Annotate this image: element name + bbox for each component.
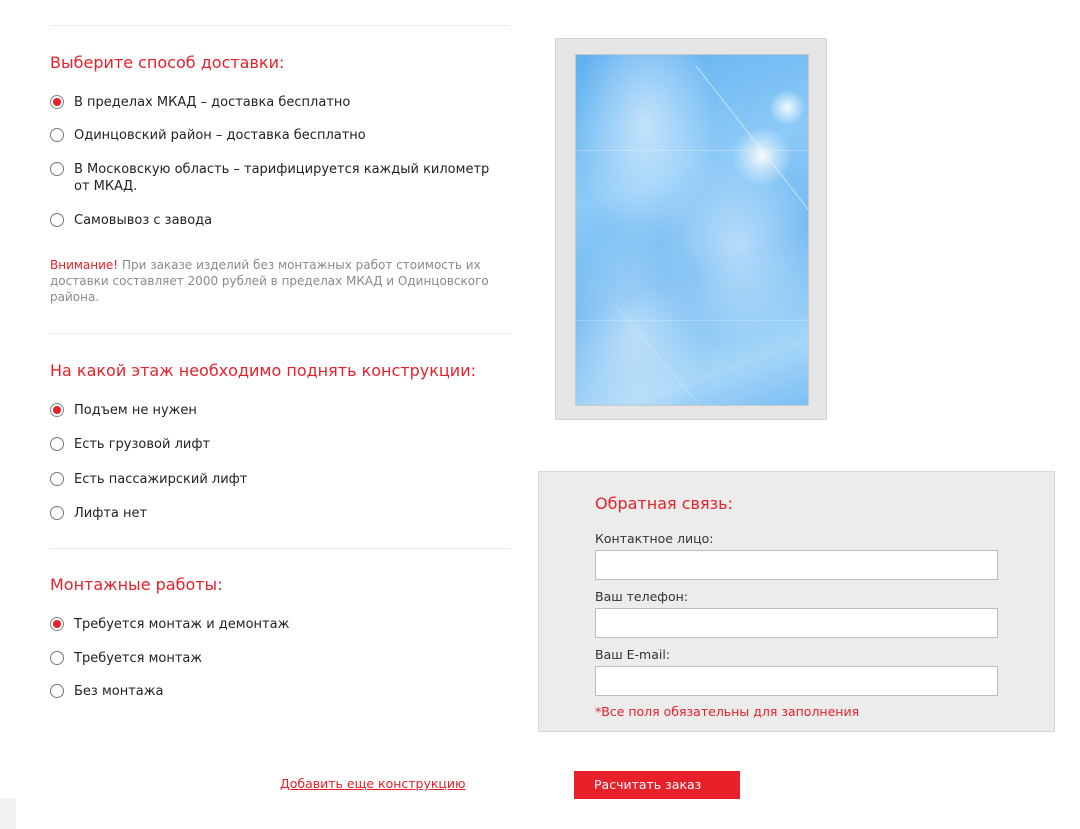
- contact-label: Контактное лицо:: [595, 531, 714, 546]
- calculate-order-button[interactable]: Расчитать заказ: [574, 771, 740, 799]
- radio-checked-icon[interactable]: [50, 95, 64, 109]
- email-input[interactable]: [595, 666, 998, 696]
- floor-title: На какой этаж необходимо поднять констру…: [50, 361, 476, 380]
- delivery-option-pickup[interactable]: Самовывоз с завода: [50, 212, 494, 229]
- add-construction-link[interactable]: Добавить еще конструкцию: [280, 776, 466, 791]
- radio-icon[interactable]: [50, 506, 64, 520]
- radio-icon[interactable]: [50, 162, 64, 176]
- floor-option-no-lift[interactable]: Подъем не нужен: [50, 402, 494, 419]
- contact-input[interactable]: [595, 550, 998, 580]
- required-note: *Все поля обязательны для заполнения: [595, 704, 860, 719]
- calculate-label: Расчитать заказ: [594, 777, 702, 792]
- floor-option-freight-lift[interactable]: Есть грузовой лифт: [50, 436, 494, 453]
- delivery-option-mkad[interactable]: В пределах МКАД – доставка бесплатно: [50, 94, 494, 111]
- radio-label: Требуется монтаж и демонтаж: [74, 617, 290, 632]
- installation-title: Монтажные работы:: [50, 575, 223, 594]
- radio-label: Одинцовский район – доставка бесплатно: [74, 128, 366, 143]
- installation-option-full[interactable]: Требуется монтаж и демонтаж: [50, 616, 494, 633]
- radio-label: Лифта нет: [74, 506, 148, 521]
- glass-glint: [576, 150, 808, 151]
- email-label: Ваш E-mail:: [595, 647, 671, 662]
- radio-icon[interactable]: [50, 472, 64, 486]
- feedback-title: Обратная связь:: [595, 494, 733, 513]
- section-divider-2: [50, 548, 510, 549]
- radio-label: В пределах МКАД – доставка бесплатно: [74, 95, 351, 110]
- delivery-notice: Внимание! При заказе изделий без монтажн…: [50, 257, 505, 305]
- radio-icon[interactable]: [50, 128, 64, 142]
- radio-label: Есть пассажирский лифт: [74, 472, 248, 487]
- delivery-title: Выберите способ доставки:: [50, 53, 285, 72]
- radio-label: Требуется монтаж: [74, 651, 203, 666]
- floor-option-passenger-lift[interactable]: Есть пассажирский лифт: [50, 471, 494, 488]
- radio-icon[interactable]: [50, 213, 64, 227]
- delivery-option-odintsovo[interactable]: Одинцовский район – доставка бесплатно: [50, 127, 494, 144]
- installation-option-mount[interactable]: Требуется монтаж: [50, 650, 494, 667]
- radio-label: Самовывоз с завода: [74, 213, 213, 228]
- radio-icon[interactable]: [50, 437, 64, 451]
- window-preview: [555, 38, 827, 420]
- radio-label: Подъем не нужен: [74, 403, 197, 418]
- glass-glint: [695, 65, 808, 271]
- corner-widget: [0, 798, 16, 829]
- radio-checked-icon[interactable]: [50, 617, 64, 631]
- top-divider: [50, 25, 510, 26]
- phone-label: Ваш телефон:: [595, 589, 689, 604]
- feedback-panel: Обратная связь: Контактное лицо: Ваш тел…: [538, 471, 1055, 732]
- radio-label: В Московскую область – тарифицируется ка…: [74, 162, 490, 194]
- delivery-option-moscow-region[interactable]: В Московскую область – тарифицируется ка…: [50, 161, 494, 195]
- glass-glint: [576, 320, 808, 321]
- arrow-shape-icon: [720, 771, 740, 799]
- window-glass-image: [575, 54, 809, 406]
- radio-icon[interactable]: [50, 684, 64, 698]
- radio-label: Без монтажа: [74, 684, 164, 699]
- notice-warning: Внимание!: [50, 258, 119, 272]
- section-divider-1: [50, 333, 510, 334]
- installation-option-none[interactable]: Без монтажа: [50, 683, 494, 700]
- floor-option-no-elevator[interactable]: Лифта нет: [50, 505, 494, 522]
- phone-input[interactable]: [595, 608, 998, 638]
- radio-icon[interactable]: [50, 651, 64, 665]
- radio-label: Есть грузовой лифт: [74, 437, 211, 452]
- radio-checked-icon[interactable]: [50, 403, 64, 417]
